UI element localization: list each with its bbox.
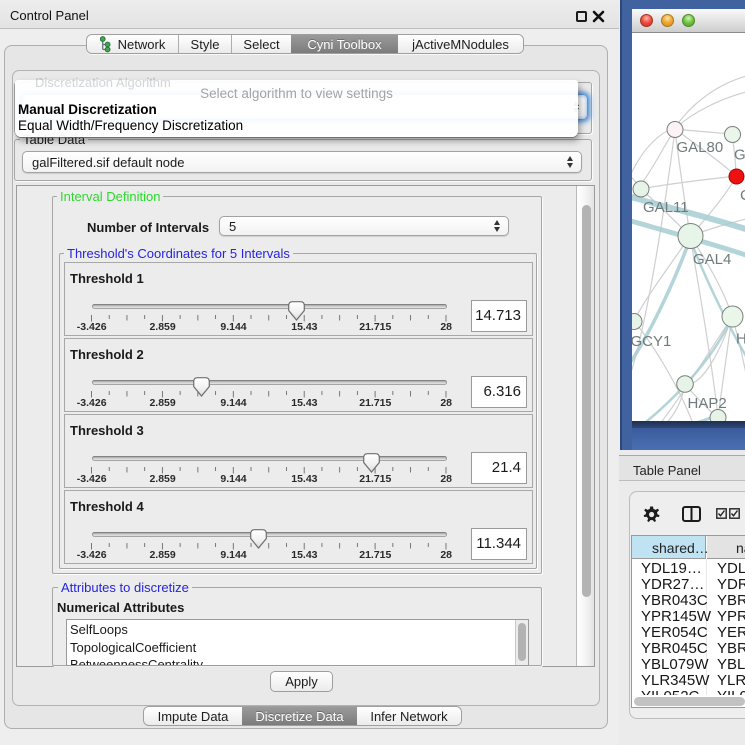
svg-text:GAL80: GAL80	[677, 139, 724, 156]
svg-text:HAP2: HAP2	[688, 395, 727, 412]
svg-text:H: H	[736, 331, 745, 348]
svg-text:GAL4: GAL4	[693, 251, 731, 268]
svg-text:GCY1: GCY1	[632, 333, 671, 350]
svg-text:GAL11: GAL11	[643, 199, 689, 216]
svg-text:GA: GA	[734, 147, 745, 164]
svg-text:C: C	[740, 187, 745, 204]
